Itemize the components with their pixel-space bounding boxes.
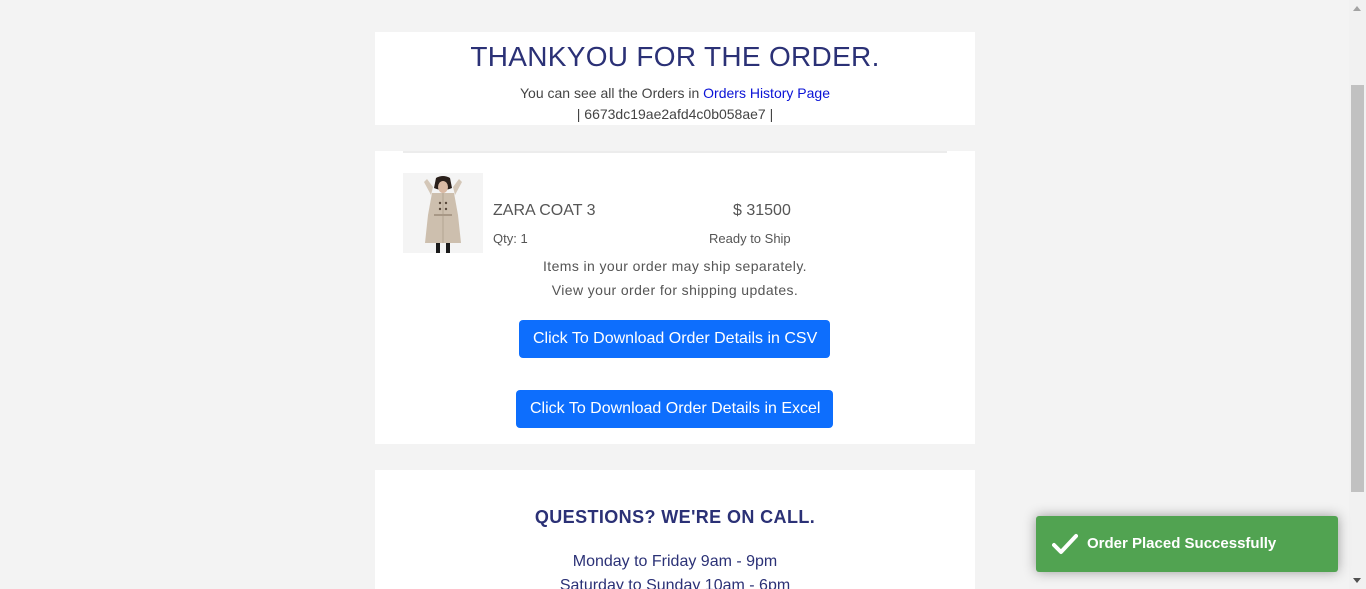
order-confirmation-header: THANKYOU FOR THE ORDER. You can see all … <box>375 32 975 125</box>
toast-notification[interactable]: Order Placed Successfully <box>1036 516 1338 572</box>
coat-product-icon <box>403 173 483 253</box>
download-csv-button[interactable]: Click To Download Order Details in CSV <box>519 320 830 358</box>
orders-history-text: You can see all the Orders in Orders His… <box>375 83 975 103</box>
divider <box>403 151 947 153</box>
weekend-hours: Saturday to Sunday 10am - 6pm <box>559 577 791 589</box>
checkmark-icon <box>1052 534 1078 554</box>
vertical-scrollbar[interactable] <box>1349 0 1366 589</box>
shipping-note-2: View your order for shipping updates. <box>551 282 799 298</box>
orders-history-link[interactable]: Orders History Page <box>703 85 830 101</box>
product-price: $ 31500 <box>733 202 791 219</box>
scroll-down-arrow-icon[interactable] <box>1353 578 1361 583</box>
weekday-hours: Monday to Friday 9am - 9pm <box>572 553 778 570</box>
page-title: THANKYOU FOR THE ORDER. <box>470 41 880 72</box>
product-quantity: Qty: 1 <box>493 231 528 246</box>
toast-message: Order Placed Successfully <box>1087 535 1277 552</box>
product-name: ZARA COAT 3 <box>493 202 596 219</box>
scrollbar-thumb[interactable] <box>1351 85 1364 492</box>
order-summary-card: ZARA COAT 3 $ 31500 Qty: 1 Ready to Ship… <box>375 151 975 444</box>
orders-history-prefix: You can see all the Orders in <box>520 85 700 101</box>
support-hours: Monday to Friday 9am - 9pm Saturday to S… <box>375 550 975 589</box>
page: THANKYOU FOR THE ORDER. You can see all … <box>0 0 1366 589</box>
order-id: | 6673dc19ae2afd4c0b058ae7 | <box>576 106 774 122</box>
shipping-status: Ready to Ship <box>709 231 791 246</box>
download-excel-button[interactable]: Click To Download Order Details in Excel <box>516 390 833 428</box>
support-card: QUESTIONS? WE'RE ON CALL. Monday to Frid… <box>375 470 975 589</box>
main-content: THANKYOU FOR THE ORDER. You can see all … <box>0 0 1349 589</box>
support-title: QUESTIONS? WE'RE ON CALL. <box>534 507 816 527</box>
scroll-up-arrow-icon[interactable] <box>1353 6 1361 11</box>
shipping-note-1: Items in your order may ship separately. <box>543 258 807 274</box>
product-image <box>403 173 483 253</box>
